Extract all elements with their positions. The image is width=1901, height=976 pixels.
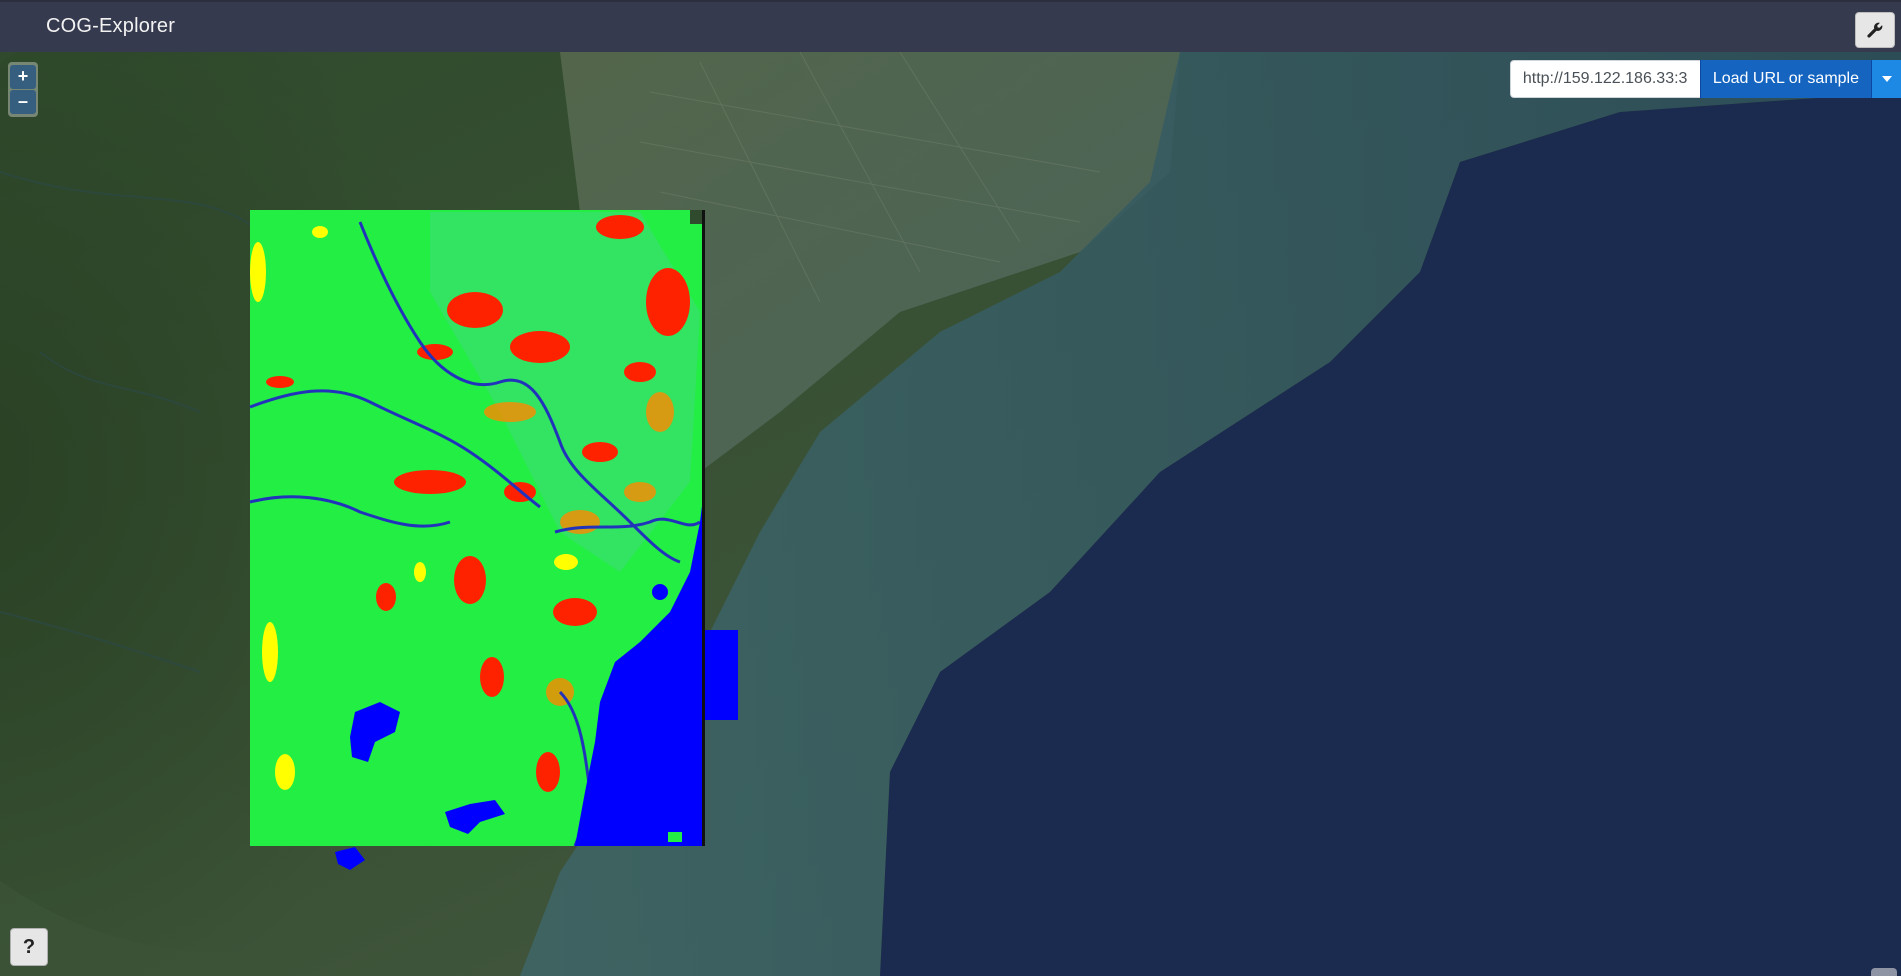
zoom-control: + – [8,62,38,117]
navbar: COG-Explorer [0,0,1901,52]
cog-raster-overlay [249,210,738,870]
raster-edge-top [690,210,702,224]
satellite-basemap [0,52,1901,976]
settings-button[interactable] [1855,12,1895,48]
wrench-icon [1867,22,1883,38]
corner-control-button[interactable] [1871,968,1897,976]
raster-island [668,832,682,842]
load-url-button[interactable]: Load URL or sample [1699,60,1871,98]
map-canvas[interactable] [0,52,1901,976]
app-root: COG-Explorer + – http://159.122.186.33:3… [0,0,1901,976]
zoom-out-button[interactable]: – [10,90,36,114]
zoom-in-button[interactable]: + [10,65,36,89]
app-title[interactable]: COG-Explorer [46,15,175,38]
caret-down-icon [1881,76,1892,82]
url-loader: Load URL or sample [1509,60,1901,98]
url-input[interactable] [1509,60,1700,98]
sample-dropdown-button[interactable] [1871,60,1901,98]
help-button[interactable]: ? [10,928,48,966]
raster-edge [702,210,705,846]
